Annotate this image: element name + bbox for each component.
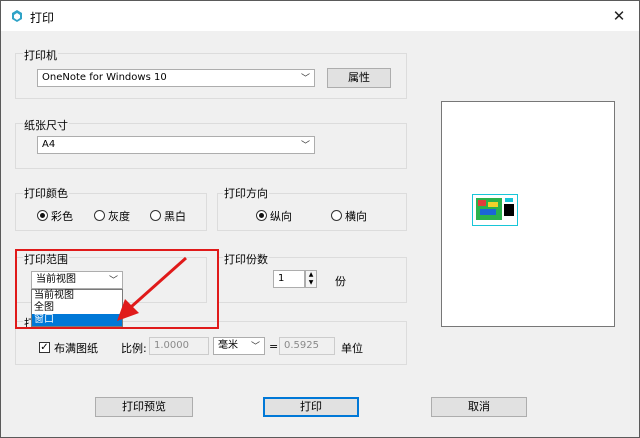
color-radio-gray[interactable]	[94, 210, 105, 221]
color-group-label: 打印颜色	[23, 185, 69, 201]
copies-group-label: 打印份数	[223, 251, 269, 267]
paper-group-label: 纸张尺寸	[23, 117, 69, 133]
unit-select-value: 毫米	[218, 340, 238, 351]
app-icon	[12, 10, 22, 22]
orientation-option-label: 纵向	[270, 210, 292, 223]
chevron-down-icon: ﹀	[250, 342, 260, 352]
annotation-arrow	[117, 256, 187, 321]
equals-sign: =	[269, 340, 279, 353]
paper-size-select[interactable]: A4 ﹀	[37, 136, 315, 154]
orientation-radio-landscape[interactable]	[331, 210, 342, 221]
title-bar: 打印 ✕	[1, 1, 639, 31]
drawing-thumbnail	[472, 194, 518, 226]
spin-down-icon[interactable]: ▼	[306, 279, 316, 287]
ratio-label: 比例:	[121, 342, 147, 355]
fit-paper-checkbox[interactable]: ✓	[39, 342, 50, 353]
window-title: 打印	[30, 11, 55, 25]
copies-stepper[interactable]: ▲ ▼	[305, 270, 317, 288]
orientation-option-label: 横向	[345, 210, 367, 223]
copies-input[interactable]: 1	[273, 270, 305, 288]
fit-paper-label: 布满图纸	[54, 342, 98, 355]
chevron-down-icon: ﹀	[300, 74, 310, 84]
color-radio-bw[interactable]	[150, 210, 161, 221]
unit-select[interactable]: 毫米 ﹀	[213, 337, 265, 355]
color-option-label: 黑白	[164, 210, 186, 223]
spin-up-icon[interactable]: ▲	[306, 271, 316, 279]
ratio-input[interactable]: 1.0000	[149, 337, 209, 355]
color-option-label: 彩色	[51, 210, 73, 223]
unit-label: 单位	[341, 342, 363, 355]
copies-unit: 份	[335, 275, 346, 288]
printer-group-label: 打印机	[23, 47, 58, 63]
printer-select-value: OneNote for Windows 10	[42, 72, 167, 83]
printer-select[interactable]: OneNote for Windows 10 ﹀	[37, 69, 315, 87]
chevron-down-icon: ﹀	[300, 141, 310, 151]
color-radio-color[interactable]	[37, 210, 48, 221]
result-input: 0.5925	[279, 337, 335, 355]
dialog-body: 打印机 OneNote for Windows 10 ﹀ 属性 纸张尺寸 A4 …	[1, 31, 639, 437]
print-dialog: 打印 ✕ 打印机 OneNote for Windows 10 ﹀ 属性 纸张尺…	[0, 0, 640, 438]
cancel-button[interactable]: 取消	[431, 397, 527, 417]
properties-button[interactable]: 属性	[327, 68, 391, 88]
color-option-label: 灰度	[108, 210, 130, 223]
paper-size-value: A4	[42, 139, 56, 150]
print-preview-button[interactable]: 打印预览	[95, 397, 193, 417]
orientation-radio-portrait[interactable]	[256, 210, 267, 221]
print-button[interactable]: 打印	[263, 397, 359, 417]
print-preview-pane	[441, 101, 615, 327]
close-icon[interactable]: ✕	[599, 1, 639, 31]
orientation-group-label: 打印方向	[223, 185, 269, 201]
